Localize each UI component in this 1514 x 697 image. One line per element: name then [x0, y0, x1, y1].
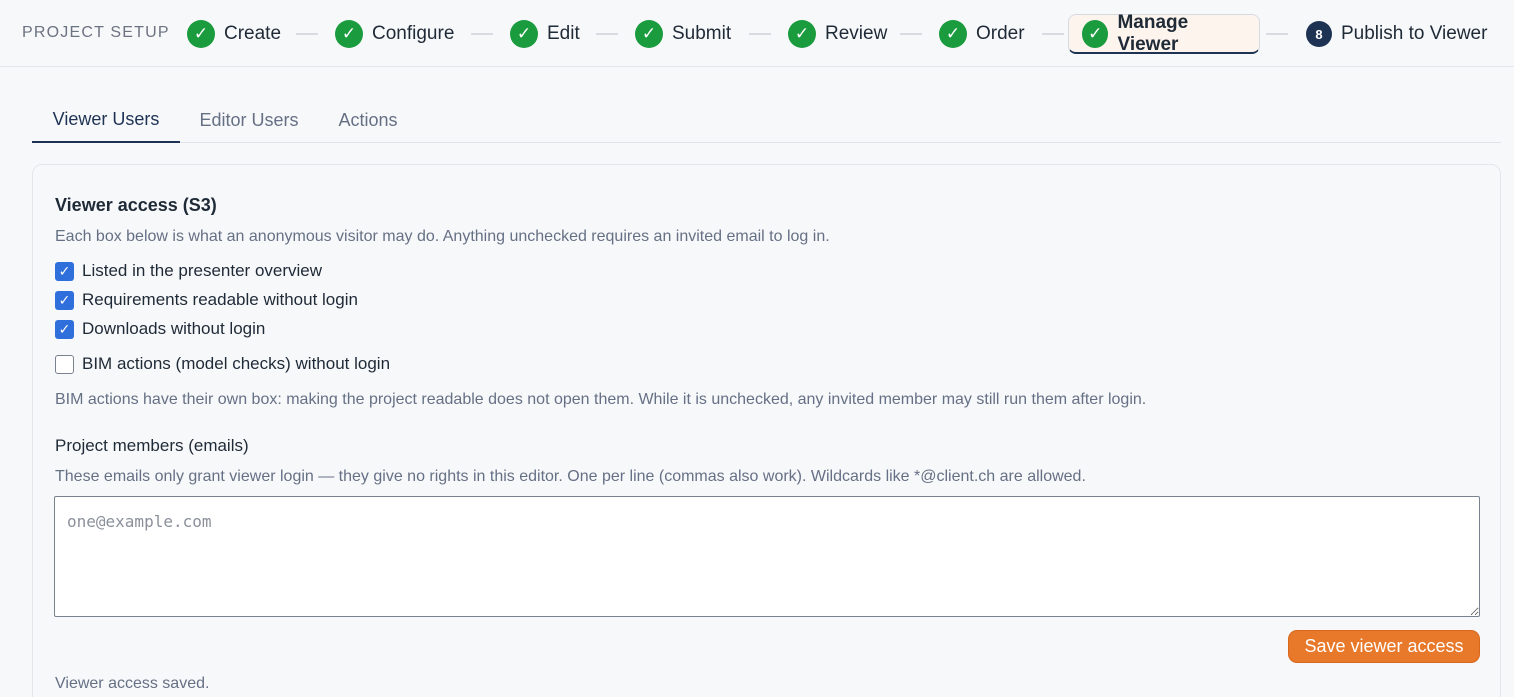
check-icon: ✓ — [335, 20, 363, 48]
checkbox[interactable]: ✓ — [55, 319, 74, 339]
step-label: Review — [825, 23, 888, 44]
step-submit[interactable]: ✓ Submit — [635, 14, 731, 54]
status-message: Viewer access saved. — [55, 675, 210, 692]
step-separator — [471, 33, 493, 35]
checkbox[interactable]: ✓ — [55, 290, 74, 310]
option-label: Downloads without login — [82, 319, 266, 338]
project-setup-stepper: PROJECT SETUP ✓ Create ✓ Configure ✓ Edi… — [0, 0, 1514, 67]
check-icon: ✓ — [788, 20, 816, 48]
check-icon: ✓ — [1082, 19, 1109, 48]
step-edit[interactable]: ✓ Edit — [510, 14, 580, 54]
step-configure[interactable]: ✓ Configure — [335, 14, 454, 54]
bim-note: BIM actions have their own box: making t… — [55, 391, 1147, 408]
check-icon: ✓ — [187, 20, 215, 48]
step-label: Create — [224, 23, 282, 44]
members-label: Project members (emails) — [55, 436, 249, 455]
checkbox[interactable] — [55, 354, 74, 374]
option-label: Listed in the presenter overview — [82, 261, 323, 280]
step-separator — [900, 33, 922, 35]
stepper-label: PROJECT SETUP — [22, 24, 170, 41]
check-icon: ✓ — [510, 20, 538, 48]
option-label: BIM actions (model checks) without login — [82, 354, 391, 373]
step-order[interactable]: ✓ Order — [939, 14, 1025, 54]
members-emails-input[interactable] — [54, 496, 1480, 617]
step-separator — [749, 33, 771, 35]
step-label: Edit — [547, 23, 580, 44]
step-number-badge: 8 — [1306, 21, 1332, 47]
checkbox[interactable]: ✓ — [55, 261, 74, 281]
section-title: Viewer access (S3) — [55, 195, 217, 215]
step-label: Configure — [372, 23, 455, 44]
tab-viewer-users[interactable]: Viewer Users — [32, 98, 180, 143]
option-requirements-readable[interactable]: ✓ Requirements readable without login — [55, 290, 358, 310]
step-manage-viewer[interactable]: ✓ Manage Viewer — [1068, 11, 1260, 55]
step-label: Order — [976, 23, 1025, 44]
step-separator — [596, 33, 618, 35]
tab-editor-users[interactable]: Editor Users — [194, 98, 304, 143]
tab-actions[interactable]: Actions — [332, 98, 404, 143]
viewer-access-card: Viewer access (S3) Each box below is wha… — [32, 164, 1501, 697]
check-icon: ✓ — [635, 20, 663, 48]
section-description: Each box below is what an anonymous visi… — [55, 228, 830, 245]
option-downloads[interactable]: ✓ Downloads without login — [55, 319, 265, 339]
step-create[interactable]: ✓ Create — [187, 14, 281, 54]
step-separator — [1266, 33, 1288, 35]
step-review[interactable]: ✓ Review — [788, 14, 887, 54]
step-publish-to-viewer[interactable]: 8 Publish to Viewer — [1306, 14, 1487, 54]
members-help: These emails only grant viewer login — t… — [55, 468, 1086, 485]
option-label: Requirements readable without login — [82, 290, 358, 309]
option-bim-actions[interactable]: BIM actions (model checks) without login — [55, 354, 390, 374]
step-label: Submit — [672, 23, 732, 44]
tab-bar: Viewer Users Editor Users Actions — [32, 98, 1501, 143]
option-presenter-overview[interactable]: ✓ Listed in the presenter overview — [55, 261, 322, 281]
check-icon: ✓ — [939, 20, 967, 48]
step-separator — [1042, 33, 1064, 35]
step-separator — [296, 33, 318, 35]
step-label: Manage Viewer — [1117, 11, 1189, 55]
save-viewer-access-button[interactable]: Save viewer access — [1288, 630, 1480, 663]
step-label: Publish to Viewer — [1341, 23, 1488, 44]
